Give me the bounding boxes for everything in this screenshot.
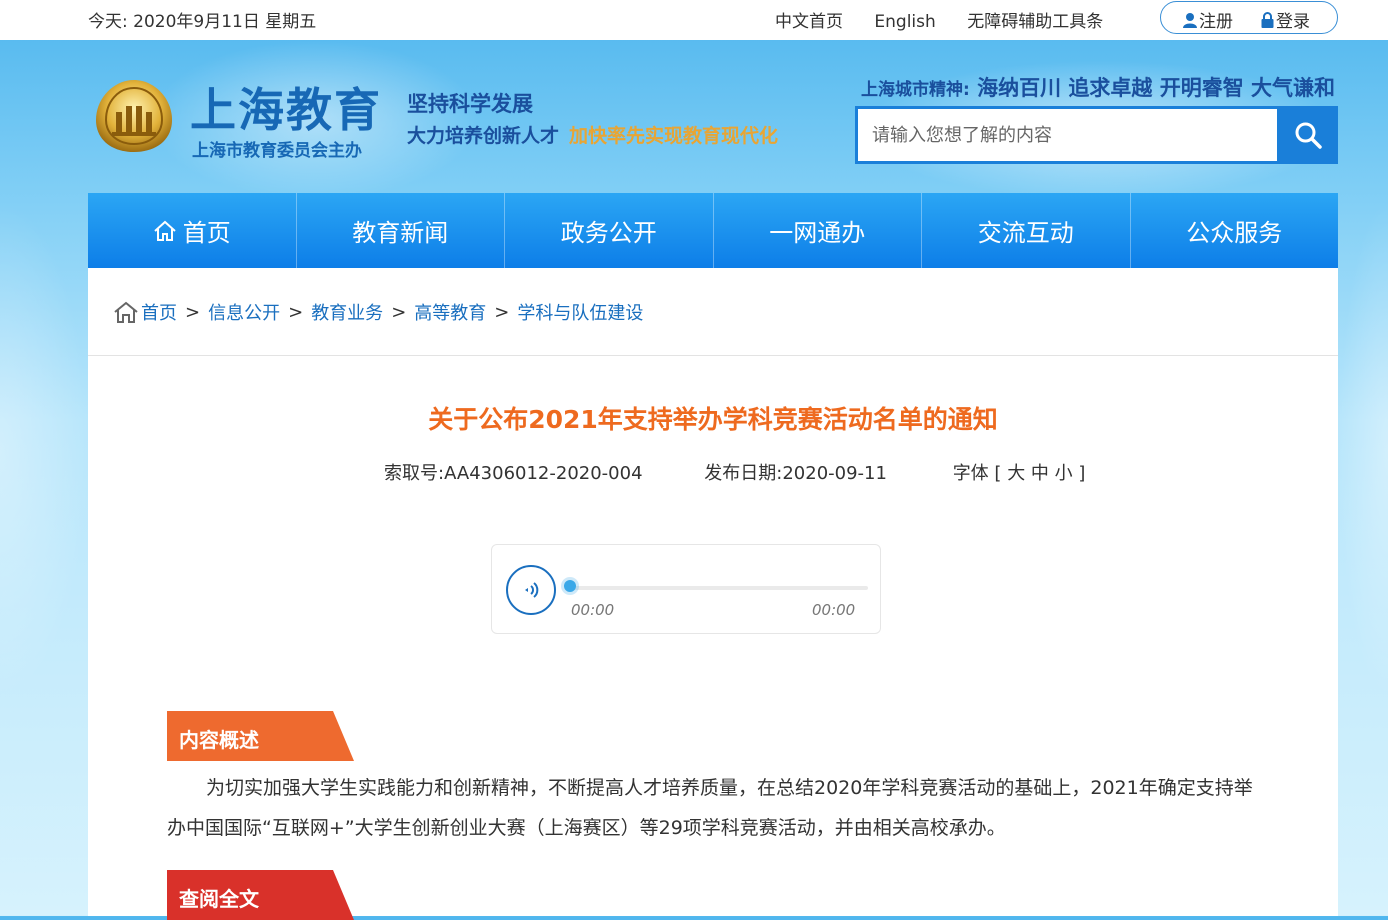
auth-box: 注册 登录 [1160,1,1338,34]
publish-date: 发布日期:2020-09-11 [704,463,887,484]
audio-progress-track[interactable] [571,586,868,590]
breadcrumb-separator: > [185,301,201,323]
logo-emblem[interactable] [92,76,176,156]
nav-item-interaction[interactable]: 交流互动 [922,193,1131,268]
slogan-part-b: 加快率先实现教育现代化 [569,125,779,147]
register-label: 注册 [1199,12,1233,32]
main-nav: 首页 教育新闻 政务公开 一网通办 交流互动 公众服务 [88,193,1338,268]
speaker-icon [525,582,539,598]
nav-label-home: 首页 [182,219,231,247]
audio-play-button[interactable] [506,565,556,615]
register-link[interactable]: 注册 [1183,7,1233,32]
current-date: 今天: 2020年9月11日 星期五 [88,12,317,32]
site-logo-title[interactable]: 上海教育 [190,74,382,140]
breadcrumb-divider [88,355,1338,356]
audio-total-time: 00:00 [812,601,856,619]
slogan-part-a: 大力培养创新人才 [407,125,560,147]
city-spirit-label: 上海城市精神: [861,80,970,100]
date-value: 2020-09-11 [782,463,887,484]
content-panel: 首页 > 信息公开 > 教育业务 > 高等教育 > 学科与队伍建设 关于公布20… [88,268,1338,920]
lock-icon [1261,11,1274,28]
breadcrumb-info-disclosure[interactable]: 信息公开 [208,299,280,325]
breadcrumb-education-business[interactable]: 教育业务 [311,299,383,325]
breadcrumb-separator: > [391,301,407,323]
home-icon [154,220,176,241]
search-icon [1295,122,1322,149]
search-bar [855,106,1338,164]
slogan-line-1: 坚持科学发展 [407,92,533,116]
site-logo-subtitle: 上海市教育委员会主办 [192,141,362,161]
fulltext-section-header[interactable]: 查阅全文 [167,870,357,920]
breadcrumb: 首页 > 信息公开 > 教育业务 > 高等教育 > 学科与队伍建设 [113,299,643,325]
font-size-label: 字体 [952,463,989,484]
breadcrumb-home[interactable]: 首页 [141,299,177,325]
city-spirit: 上海城市精神: 海纳百川 追求卓越 开明睿智 大气谦和 [861,72,1335,102]
breadcrumb-separator: > [494,301,510,323]
nav-item-public-service[interactable]: 公众服务 [1131,193,1339,268]
breadcrumb-discipline-team[interactable]: 学科与队伍建设 [517,299,643,325]
font-size-small[interactable]: 小 [1055,463,1073,484]
side-glow-left [0,200,90,700]
city-spirit-text: 海纳百川 追求卓越 开明睿智 大气谦和 [977,76,1336,100]
chinese-home-link[interactable]: 中文首页 [775,12,843,32]
font-size-medium[interactable]: 中 [1031,463,1049,484]
index-value: AA4306012-2020-004 [444,463,643,484]
breadcrumb-higher-education[interactable]: 高等教育 [414,299,486,325]
summary-section-header: 内容概述 [167,711,357,761]
breadcrumb-separator: > [288,301,304,323]
font-bracket-close: ] [1078,463,1086,484]
accessibility-toolbar-link[interactable]: 无障碍辅助工具条 [967,12,1103,32]
index-number: 索取号:AA4306012-2020-004 [384,463,643,484]
top-bar: 今天: 2020年9月11日 星期五 中文首页 English 无障碍辅助工具条… [0,0,1388,40]
search-button[interactable] [1277,106,1338,164]
summary-text: 为切实加强大学生实践能力和创新精神，不断提高人才培养质量，在总结2020年学科竞… [167,777,1253,839]
summary-title: 内容概述 [179,728,259,752]
audio-player: 00:00 00:00 [491,544,881,634]
nav-item-one-stop-service[interactable]: 一网通办 [714,193,922,268]
search-field-box [855,106,1277,164]
audio-current-time: 00:00 [571,601,615,619]
top-links: 中文首页 English 无障碍辅助工具条 [775,7,1129,32]
nav-item-home[interactable]: 首页 [88,193,297,268]
article-meta: 索取号:AA4306012-2020-004 发布日期:2020-09-11 字… [384,459,1085,485]
side-glow-right [1338,200,1388,700]
font-size-large[interactable]: 大 [1007,463,1025,484]
font-size-controls: 字体 [ 大 中 小 ] [953,463,1086,484]
audio-progress-handle[interactable] [564,580,576,592]
index-label: 索取号: [384,463,445,484]
date-label: 发布日期: [704,463,783,484]
english-link[interactable]: English [874,12,935,32]
login-label: 登录 [1276,12,1310,32]
article-title: 关于公布2021年支持举办学科竞赛活动名单的通知 [428,405,998,434]
user-icon [1183,12,1197,28]
search-input[interactable] [858,109,1276,161]
nav-item-government-affairs[interactable]: 政务公开 [505,193,714,268]
login-link[interactable]: 登录 [1261,7,1310,32]
nav-item-education-news[interactable]: 教育新闻 [297,193,505,268]
home-icon [114,301,138,323]
font-bracket-open: [ [994,463,1002,484]
fulltext-title: 查阅全文 [179,887,259,911]
slogan-line-2: 大力培养创新人才 加快率先实现教育现代化 [407,121,778,148]
